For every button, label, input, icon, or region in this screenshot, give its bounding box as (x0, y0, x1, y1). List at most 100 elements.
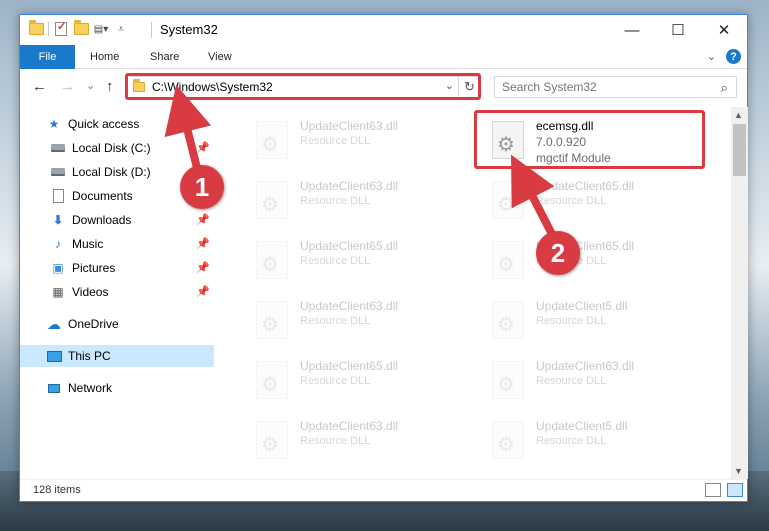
sidebar-item-music[interactable]: ♪ Music 📌 (20, 233, 214, 255)
scroll-down-icon[interactable]: ▼ (734, 466, 743, 476)
sidebar-item-onedrive[interactable]: ☁ OneDrive (20, 313, 214, 335)
file-item[interactable]: ⚙ UpdateClient63.dll Resource DLL (246, 173, 476, 231)
tab-share[interactable]: Share (150, 45, 179, 69)
drive-icon (50, 141, 66, 155)
search-icon[interactable]: ⌕ (721, 80, 728, 96)
up-button[interactable]: ↑ (106, 78, 114, 95)
sidebar-item-local-disk-c[interactable]: Local Disk (C:) 📌 (20, 137, 214, 159)
back-button[interactable]: ← (32, 78, 47, 95)
new-folder-icon[interactable] (73, 20, 89, 37)
file-name: UpdateClient63.dll (536, 359, 635, 373)
sidebar-item-this-pc[interactable]: This PC (20, 345, 214, 367)
dll-file-icon: ⚙ (256, 421, 288, 459)
window-title: System32 (160, 22, 218, 37)
sidebar-item-label: Network (68, 381, 113, 395)
file-item[interactable]: ⚙ UpdateClient65.dll Resource DLL (246, 233, 476, 291)
search-input[interactable] (502, 80, 702, 94)
pin-icon: 📌 (196, 238, 210, 250)
scrollbar-thumb[interactable] (733, 124, 746, 176)
network-icon (46, 381, 62, 395)
status-bar: 128 items (20, 479, 747, 501)
item-count: 128 items (33, 484, 81, 496)
sidebar-item-label: Documents (72, 189, 133, 203)
sidebar-item-label: Music (72, 237, 104, 251)
pictures-icon: ▣ (52, 261, 64, 275)
pin-icon: 📌 (196, 286, 210, 298)
file-type: Resource DLL (536, 315, 607, 327)
maximize-button[interactable]: ☐ (655, 15, 701, 45)
file-type: Resource DLL (536, 195, 607, 207)
file-name: UpdateClient65.dll (536, 179, 635, 193)
tab-file[interactable]: File (20, 45, 75, 69)
step-1-callout: 1 (180, 165, 224, 209)
title-divider (151, 22, 152, 38)
customize-toolbar-icon[interactable]: ▤▾ (93, 21, 109, 37)
sidebar-item-label: Local Disk (C:) (72, 141, 151, 155)
sidebar-item-label: Downloads (72, 213, 132, 227)
window-controls: — ☐ ✕ (609, 15, 747, 45)
sidebar-item-label: Videos (72, 285, 109, 299)
dll-file-icon: ⚙ (492, 301, 524, 339)
file-item[interactable]: ⚙ UpdateClient63.dll Resource DLL (246, 113, 476, 171)
sidebar-item-label: Pictures (72, 261, 116, 275)
file-type: Resource DLL (300, 255, 371, 267)
file-item[interactable]: ⚙ UpdateClient63.dll Resource DLL (246, 293, 476, 351)
navigation-pane: ★ Quick access Local Disk (C:) 📌 Local D… (20, 107, 216, 479)
dll-file-icon: ⚙ (492, 421, 524, 459)
cloud-icon: ☁ (47, 315, 61, 332)
sidebar-item-quick-access[interactable]: ★ Quick access (20, 113, 214, 135)
help-icon[interactable]: ? (726, 49, 741, 64)
download-icon: ⬇ (52, 213, 64, 227)
address-bar-highlight (125, 73, 481, 100)
large-icons-view-icon[interactable] (727, 483, 743, 497)
dll-file-icon: ⚙ (256, 361, 288, 399)
file-name: UpdateClient63.dll (300, 179, 399, 193)
close-button[interactable]: ✕ (701, 15, 747, 45)
computer-icon (46, 349, 62, 363)
tab-home[interactable]: Home (90, 45, 119, 69)
minimize-button[interactable]: — (609, 15, 655, 45)
pin-icon: 📌 (196, 142, 210, 154)
forward-button[interactable]: → (60, 78, 75, 95)
toolbar-dropdown-icon[interactable]: ⩡ (113, 21, 129, 37)
file-item[interactable]: ⚙ UpdateClient63.dll Resource DLL (246, 413, 476, 471)
properties-icon[interactable] (53, 20, 69, 37)
details-view-icon[interactable] (705, 483, 721, 497)
tab-view[interactable]: View (208, 45, 232, 69)
view-toggles (705, 483, 743, 497)
sidebar-item-label: Quick access (68, 117, 140, 131)
file-type: Resource DLL (300, 315, 371, 327)
chevron-down-icon[interactable]: ⌄ (707, 50, 716, 63)
sidebar-item-pictures[interactable]: ▣ Pictures 📌 (20, 257, 214, 279)
scroll-up-icon[interactable]: ▲ (734, 110, 743, 120)
file-item[interactable]: ⚙ UpdateClient5.dll Resource DLL (482, 293, 712, 351)
file-item[interactable]: ⚙ UpdateClient5.dll Resource DLL (482, 413, 712, 471)
file-name: UpdateClient5.dll (536, 419, 628, 433)
file-type: Resource DLL (300, 435, 371, 447)
sidebar-item-videos[interactable]: ▦ Videos 📌 (20, 281, 214, 303)
file-name: UpdateClient5.dll (536, 299, 628, 313)
file-item[interactable]: ⚙ UpdateClient63.dll Resource DLL (482, 353, 712, 411)
ribbon: File Home Share View ⌄ ? (20, 45, 747, 69)
file-type: Resource DLL (536, 435, 607, 447)
vertical-scrollbar[interactable]: ▲ ▼ (731, 107, 748, 479)
file-item[interactable]: ⚙ UpdateClient65.dll Resource DLL (246, 353, 476, 411)
recent-locations-button[interactable]: ⌄ (86, 79, 95, 92)
videos-icon: ▦ (52, 285, 64, 299)
file-item[interactable]: ⚙ UpdateClient65.dll Resource DLL (482, 173, 712, 231)
file-type: Resource DLL (300, 135, 371, 147)
sidebar-item-downloads[interactable]: ⬇ Downloads 📌 (20, 209, 214, 231)
file-highlight (474, 110, 705, 169)
toolbar-divider (48, 22, 49, 36)
drive-icon (50, 165, 66, 179)
sidebar-item-network[interactable]: Network (20, 377, 214, 399)
dll-file-icon: ⚙ (256, 121, 288, 159)
quick-access-toolbar: ▤▾ ⩡ (28, 20, 129, 37)
file-name: UpdateClient63.dll (300, 119, 399, 133)
file-type: Resource DLL (300, 195, 371, 207)
file-name: UpdateClient63.dll (300, 419, 399, 433)
file-item[interactable]: ⚙ UpdateClient65.dll Resource DLL (482, 233, 712, 291)
documents-icon (50, 189, 66, 203)
step-2-callout: 2 (536, 231, 580, 275)
file-name: UpdateClient65.dll (300, 239, 399, 253)
